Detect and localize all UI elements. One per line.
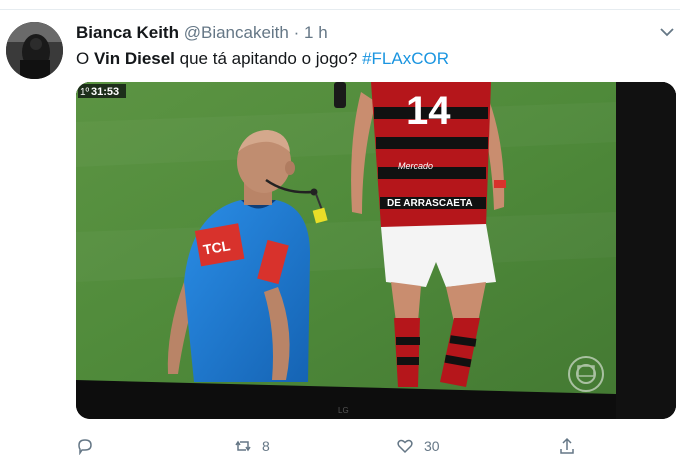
tweet-timestamp[interactable]: 1 h [304, 23, 328, 42]
author-handle[interactable]: @Biancakeith [184, 23, 289, 42]
hashtag-link[interactable]: #FLAxCOR [362, 49, 449, 68]
tweet-text-middle: que tá apitando o jogo? [174, 49, 363, 68]
like-button[interactable]: 30 [396, 437, 440, 455]
tv-screen-photo: 1º 31:53 14 Mercado DE ARRASCAETA TCL LG [76, 82, 676, 419]
author-name[interactable]: Bianca Keith [76, 23, 179, 42]
retweet-count: 8 [262, 438, 270, 454]
tweet-text-bold: Vin Diesel [93, 49, 175, 68]
tweet-media-photo[interactable]: 1º 31:53 14 Mercado DE ARRASCAETA TCL LG [76, 82, 676, 419]
scoreboard-clock: 31:53 [91, 86, 119, 98]
jersey-name: DE ARRASCAETA [387, 198, 473, 209]
heart-icon [397, 439, 413, 454]
share-button[interactable] [558, 437, 586, 455]
tv-brand: LG [338, 406, 349, 415]
retweet-icon [235, 440, 251, 452]
tweet-header: Bianca Keith @Biancakeith · 1 h [76, 22, 328, 44]
scoreboard-prefix: 1º [80, 87, 90, 98]
jersey-sponsor: Mercado [398, 161, 433, 171]
scoreboard: 1º 31:53 [78, 84, 126, 98]
jersey-number: 14 [406, 89, 451, 133]
separator-dot: · [293, 23, 300, 42]
tweet-text-prefix: O [76, 49, 94, 68]
tweet-divider [0, 9, 680, 10]
reply-button[interactable] [76, 437, 104, 455]
like-count: 30 [424, 438, 440, 454]
reply-icon [78, 439, 92, 455]
tweet-text: O Vin Diesel que tá apitando o jogo? #FL… [76, 48, 449, 70]
share-icon [560, 437, 574, 454]
avatar-image [6, 22, 63, 79]
avatar[interactable] [6, 22, 63, 79]
chevron-down-icon[interactable] [660, 27, 674, 37]
retweet-button[interactable]: 8 [234, 437, 270, 455]
